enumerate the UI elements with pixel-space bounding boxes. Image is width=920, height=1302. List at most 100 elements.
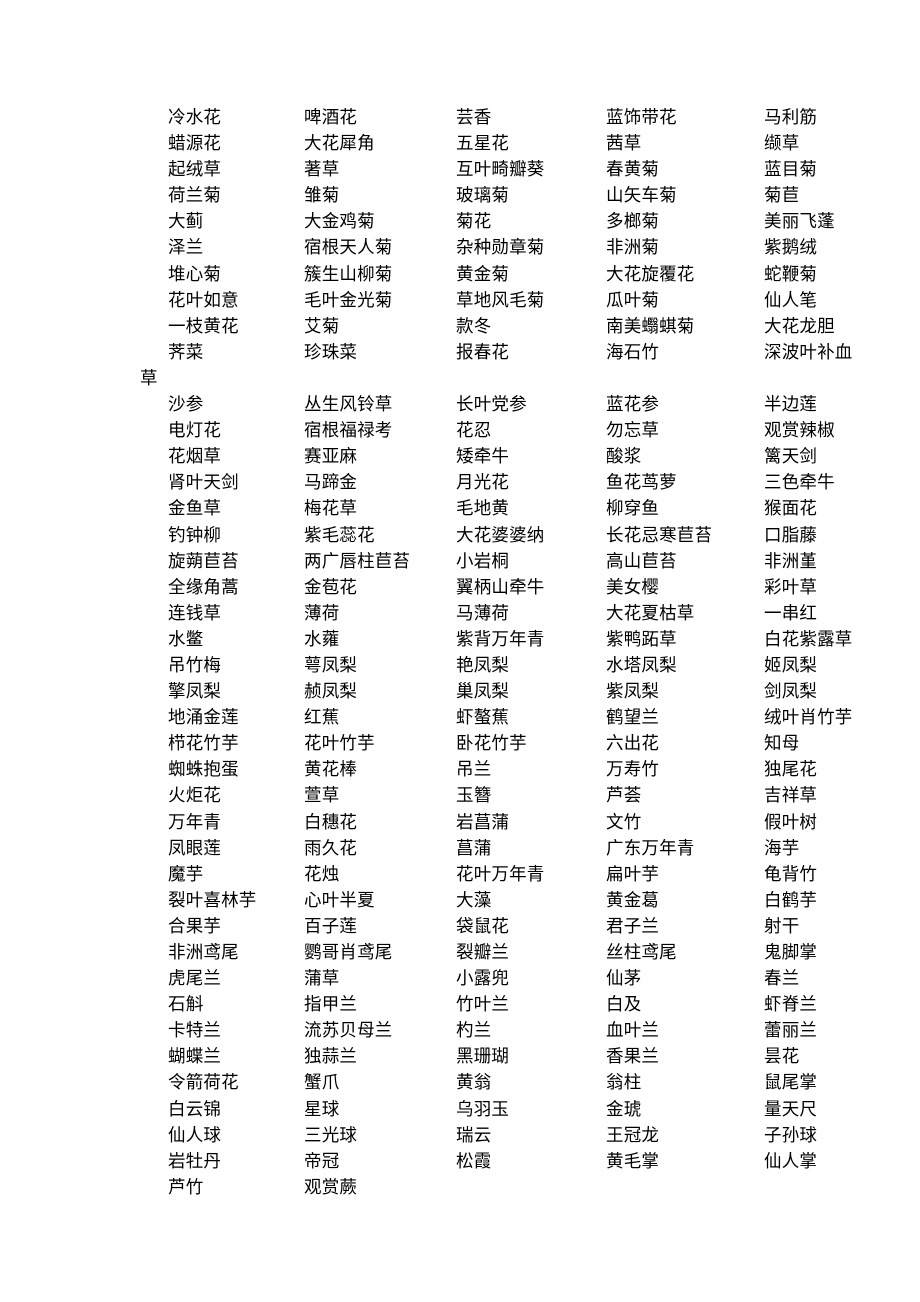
plant-name-cell: 独尾花 — [764, 760, 818, 781]
plant-name-cell: 沙参 — [168, 395, 204, 416]
table-row: 凤眼莲 雨久花 菖蒲 广东万年青 海芋 — [168, 836, 920, 862]
plant-name-cell: 花烟草 — [168, 447, 222, 468]
table-row: 大蓟 大金鸡菊 菊花 多榔菊 美丽飞蓬 — [168, 209, 920, 235]
plant-name-cell: 萱草 — [304, 786, 340, 807]
plant-name-cell: 裂瓣兰 — [456, 943, 510, 963]
plant-name-cell: 紫鸭跖草 — [606, 629, 677, 650]
plant-name-cell: 黄花棒 — [304, 760, 358, 781]
plant-name-cell: 宿根福禄考 — [304, 421, 393, 442]
plant-name-cell: 马薄荷 — [456, 603, 510, 624]
table-row: 蜘蛛抱蛋 黄花棒 吊兰 万寿竹 独尾花 — [168, 757, 920, 783]
table-row: 起绒草 著草 互叶畸瓣葵 春黄菊 蓝目菊 — [168, 157, 920, 183]
plant-name-cell: 簇生山柳菊 — [304, 264, 393, 285]
plant-name-cell: 鱼花茑萝 — [606, 473, 677, 494]
plant-name-cell: 一枝黄花 — [168, 316, 239, 337]
plant-name-cell: 令箭荷花 — [168, 1073, 239, 1094]
plant-name-cell: 文竹 — [606, 812, 642, 833]
plant-name-cell: 水塔凤梨 — [606, 655, 677, 676]
plant-name-cell: 松霞 — [456, 1151, 492, 1172]
plant-name-cell: 花叶竹芋 — [304, 734, 375, 755]
table-row: 虎尾兰 蒲草 小露兜 仙茅 春兰 — [168, 966, 920, 992]
plant-name-cell: 广东万年青 — [606, 838, 695, 859]
plant-name-cell: 仙人掌 — [764, 1151, 818, 1172]
plant-name-cell: 栉花竹芋 — [168, 734, 239, 755]
plant-name-cell: 杓兰 — [456, 1021, 492, 1042]
table-row: 芦竹 观赏蕨 — [168, 1175, 920, 1201]
plant-name-cell: 芦竹 — [168, 1177, 204, 1198]
plant-name-cell: 仙人笔 — [764, 290, 818, 311]
plant-name-cell: 全缘角蒿 — [168, 577, 239, 598]
plant-name-cell: 心叶半夏 — [304, 890, 375, 911]
plant-name-cell: 蟹爪 — [304, 1073, 340, 1094]
table-row: 一枝黄花 艾菊 款冬 南美蠮蜞菊 大花龙胆 — [168, 314, 920, 340]
plant-name-cell: 电灯花 — [168, 421, 222, 442]
table-row: 全缘角蒿 金苞花 翼柄山牵牛 美女樱 彩叶草 — [168, 575, 920, 601]
plant-name-cell: 金鱼草 — [168, 499, 222, 520]
plant-name-cell: 雏菊 — [304, 186, 340, 207]
plant-name-cell: 小露兜 — [456, 969, 510, 990]
plant-name-cell: 观赏蕨 — [304, 1177, 358, 1198]
plant-name-cell: 卧花竹芋 — [456, 734, 527, 755]
plant-name-cell — [456, 1175, 606, 1201]
table-row: 电灯花 宿根福禄考 花忍 勿忘草 观赏辣椒 — [168, 418, 920, 444]
plant-name-cell: 金苞花 — [304, 577, 358, 598]
table-row: 白云锦 星球 乌羽玉 金琥 量天尺 — [168, 1097, 920, 1123]
plant-name-cell: 珍珠菜 — [304, 342, 358, 363]
plant-name-cell: 合果芋 — [168, 916, 222, 937]
table-row: 冷水花 啤酒花 芸香 蓝饰带花 马利筋 — [168, 105, 920, 131]
plant-name-cell: 虎尾兰 — [168, 969, 222, 990]
plant-name-cell: 知母 — [764, 734, 800, 755]
table-row: 蝴蝶兰 独蒜兰 黑珊瑚 香果兰 昙花 — [168, 1044, 920, 1070]
plant-name-cell: 王冠龙 — [606, 1125, 660, 1146]
plant-name-cell: 岩牡丹 — [168, 1151, 222, 1172]
table-row: 裂叶喜林芋 心叶半夏 大藻 黄金葛 白鹤芋 — [168, 888, 920, 914]
plant-name-cell: 白穗花 — [304, 812, 358, 833]
plant-name-cell: 非洲鸢尾 — [168, 943, 239, 963]
plant-name-cell: 翼柄山牵牛 — [456, 577, 545, 598]
plant-name-table-section-one: 冷水花 啤酒花 芸香 蓝饰带花 马利筋 蜡源花 大花犀角 五星花 茜草 缬草 起… — [168, 105, 920, 366]
plant-name-cell: 观赏辣椒 — [764, 421, 835, 442]
table-row: 蜡源花 大花犀角 五星花 茜草 缬草 — [168, 131, 920, 157]
plant-name-cell: 美丽飞蓬 — [764, 212, 835, 233]
plant-name-cell: 扁叶芋 — [606, 864, 660, 885]
plant-name-cell: 报春花 — [456, 342, 510, 363]
plant-name-cell: 艳凤梨 — [456, 655, 510, 676]
table-row: 地涌金莲 红蕉 虾螯蕉 鹤望兰 绒叶肖竹芋 — [168, 705, 920, 731]
plant-name-cell: 裂叶喜林芋 — [168, 890, 257, 911]
plant-name-cell: 花忍 — [456, 421, 492, 442]
plant-name-cell: 芦荟 — [606, 786, 642, 807]
table-row: 水鳖 水蕹 紫背万年青 紫鸭跖草 白花紫露草 — [168, 627, 920, 653]
table-row: 肾叶天剑 马蹄金 月光花 鱼花茑萝 三色牵牛 — [168, 470, 920, 496]
plant-name-cell: 假叶树 — [764, 812, 818, 833]
wrapped-continuation-text: 草 — [140, 368, 158, 389]
plant-name-cell: 萼凤梨 — [304, 655, 358, 676]
table-body-section-one: 冷水花 啤酒花 芸香 蓝饰带花 马利筋 蜡源花 大花犀角 五星花 茜草 缬草 起… — [168, 105, 920, 366]
plant-name-cell: 独蒜兰 — [304, 1047, 358, 1068]
table-row: 石斛 指甲兰 竹叶兰 白及 虾脊兰 — [168, 992, 920, 1018]
table-row: 荷兰菊 雏菊 玻璃菊 山矢车菊 菊苣 — [168, 183, 920, 209]
plant-name-cell: 非洲堇 — [764, 551, 818, 572]
plant-name-cell: 龟背竹 — [764, 864, 818, 885]
plant-name-cell: 茜草 — [606, 134, 642, 155]
plant-name-cell: 白云锦 — [168, 1099, 222, 1120]
plant-name-cell: 肾叶天剑 — [168, 473, 239, 494]
plant-name-cell: 柳穿鱼 — [606, 499, 660, 520]
plant-name-cell — [764, 1175, 920, 1201]
plant-name-cell: 蓝饰带花 — [606, 108, 677, 128]
plant-name-cell: 毛地黄 — [456, 499, 510, 520]
plant-name-cell: 姬凤梨 — [764, 655, 818, 676]
plant-name-cell: 花叶如意 — [168, 290, 239, 311]
plant-name-cell: 互叶畸瓣葵 — [456, 160, 545, 181]
plant-name-cell: 翁柱 — [606, 1073, 642, 1094]
plant-name-cell: 地涌金莲 — [168, 708, 239, 729]
table-row: 连钱草 薄荷 马薄荷 大花夏枯草 一串红 — [168, 601, 920, 627]
plant-name-cell: 深波叶补血 — [764, 342, 853, 363]
plant-name-cell: 海芋 — [764, 838, 800, 859]
plant-name-cell: 花叶万年青 — [456, 864, 545, 885]
plant-name-cell: 南美蠮蜞菊 — [606, 316, 695, 337]
plant-name-cell: 石斛 — [168, 995, 204, 1016]
plant-name-cell: 袋鼠花 — [456, 916, 510, 937]
plant-name-cell: 钓钟柳 — [168, 525, 222, 546]
plant-name-cell: 大花犀角 — [304, 134, 375, 155]
plant-name-cell: 春黄菊 — [606, 160, 660, 181]
